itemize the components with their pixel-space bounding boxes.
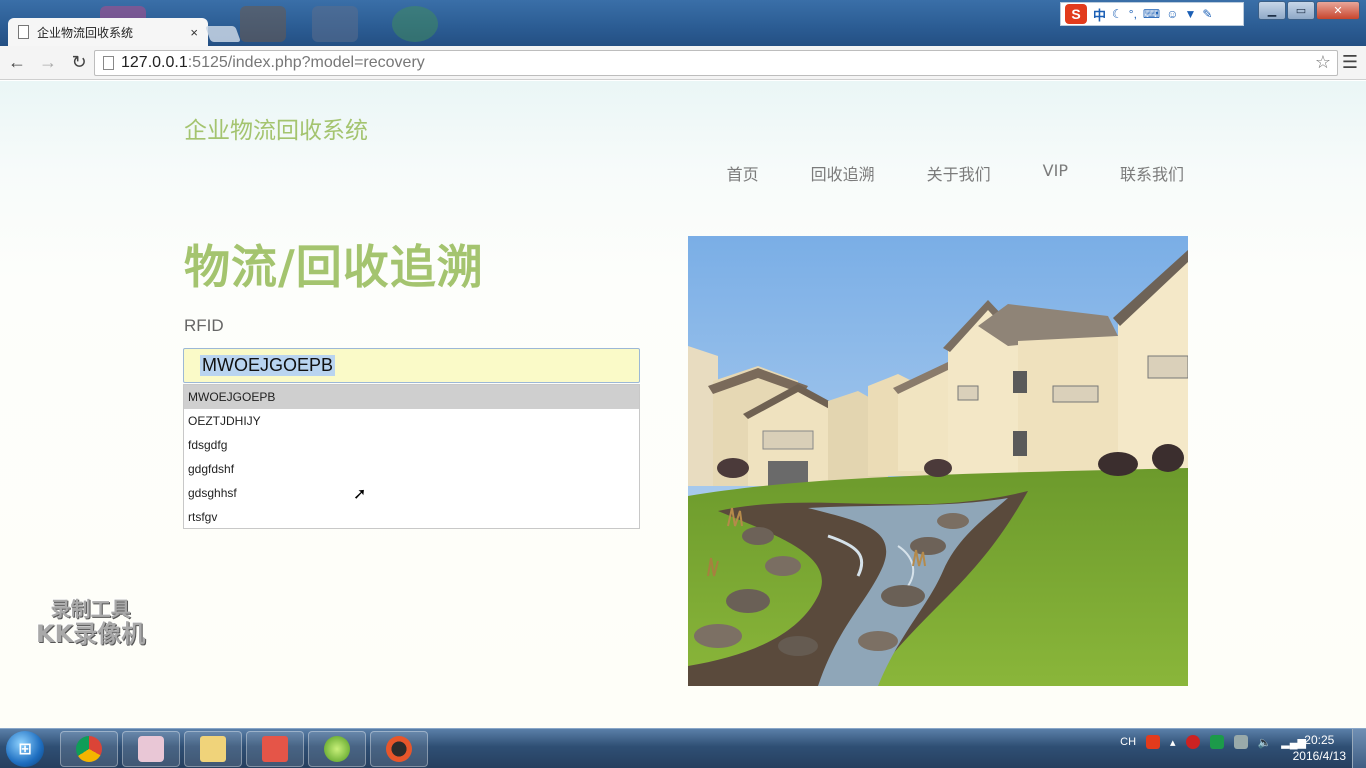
tray-expand-icon[interactable]: ▴ (1170, 736, 1176, 749)
start-button[interactable]: ⊞ (6, 731, 44, 767)
tab-close-icon[interactable]: × (190, 25, 198, 40)
taskbar-app-avatar[interactable] (122, 731, 180, 767)
autocomplete-item[interactable]: rtsfgv (184, 505, 639, 529)
clock-time: 20:25 (1304, 733, 1335, 747)
tab-title: 企业物流回收系统 (37, 25, 134, 40)
autocomplete-item[interactable]: MWOEJGOEPB (184, 385, 639, 409)
forward-icon[interactable]: → (34, 49, 62, 77)
taskbar-chrome[interactable] (60, 731, 118, 767)
blurred-desktop-tile (392, 6, 438, 42)
clock[interactable]: 20:25 2016/4/13 (1293, 732, 1346, 764)
taskbar-app-green[interactable] (308, 731, 366, 767)
close-window-button[interactable]: ✕ (1316, 1, 1360, 20)
maximize-button[interactable]: ▭ (1287, 1, 1315, 20)
tray-app-icon[interactable] (1185, 735, 1200, 749)
menu-icon[interactable]: ☰ (1342, 52, 1358, 73)
person-icon[interactable]: ☺ (1166, 7, 1178, 21)
autocomplete-item[interactable]: OEZTJDHIJY (184, 409, 639, 433)
nav-recovery[interactable]: 回收追溯 (811, 161, 875, 185)
back-icon[interactable]: ← (3, 49, 31, 77)
reload-icon[interactable]: ↻ (65, 49, 93, 77)
apartment-photo (688, 236, 1188, 686)
mouse-cursor-icon: ➚ (353, 486, 367, 503)
rfid-input-value: MWOEJGOEPB (200, 355, 336, 376)
browser-titlebar: 企业物流回收系统 × S 中 ☾ °, ⌨ ☺ ▼ ✎ ▁ ▭ ✕ (0, 0, 1366, 46)
moon-icon[interactable]: ☾ (1112, 7, 1123, 21)
taskbar: ⊞ CH ▴ 🔈 ▂▄▆ 20:25 2016/4/13 (0, 728, 1366, 768)
nav-contact[interactable]: 联系我们 (1120, 161, 1184, 185)
clock-date: 2016/4/13 (1292, 749, 1346, 763)
volume-icon[interactable]: 🔈 (1258, 736, 1272, 749)
rfid-label: RFID (184, 316, 224, 335)
page-icon (18, 25, 29, 39)
sogou-logo-icon[interactable]: S (1065, 4, 1087, 24)
bookmark-star-icon[interactable]: ☆ (1315, 52, 1331, 73)
taskbar-explorer[interactable] (184, 731, 242, 767)
taskbar-app-editor[interactable] (246, 731, 304, 767)
ime-mode[interactable]: 中 (1093, 5, 1106, 24)
rfid-input[interactable]: MWOEJGOEPB (183, 348, 640, 383)
network-icon[interactable] (1233, 735, 1248, 749)
main-nav: 首页 回收追溯 关于我们 VIP 联系我们 (727, 161, 1184, 185)
sogou-tray-icon[interactable] (1146, 735, 1161, 749)
url-path: :5125/index.php?model=recovery (187, 54, 425, 71)
shirt-icon[interactable]: ▼ (1185, 7, 1197, 21)
notepad-icon (262, 736, 288, 762)
folder-icon (200, 736, 226, 762)
recorder-icon (386, 736, 412, 762)
watermark-line-1: 录制工具 (50, 597, 131, 621)
leaf-icon (324, 736, 350, 762)
language-indicator[interactable]: CH (1120, 736, 1136, 748)
autocomplete-item[interactable]: fdsgdfg (184, 433, 639, 457)
ime-toolbar: S 中 ☾ °, ⌨ ☺ ▼ ✎ (1060, 2, 1244, 26)
window-controls: ▁ ▭ ✕ (1258, 1, 1360, 20)
chrome-icon (76, 736, 102, 762)
taskbar-app-recorder[interactable] (370, 731, 428, 767)
autocomplete-list: MWOEJGOEPB OEZTJDHIJY fdsgdfg gdgfdshf g… (183, 384, 640, 529)
blurred-desktop-tile (312, 6, 358, 42)
page-content: 企业物流回收系统 首页 回收追溯 关于我们 VIP 联系我们 物流/回收追溯 R… (0, 81, 1366, 728)
punctuation-icon[interactable]: °, (1129, 7, 1137, 21)
wrench-icon[interactable]: ✎ (1202, 7, 1212, 21)
nav-about[interactable]: 关于我们 (927, 161, 991, 185)
shield-icon[interactable] (1209, 735, 1224, 749)
show-desktop-button[interactable] (1352, 729, 1366, 768)
nav-vip[interactable]: VIP (1043, 161, 1068, 185)
keyboard-icon[interactable]: ⌨ (1143, 7, 1160, 21)
browser-tab[interactable]: 企业物流回收系统 × (8, 18, 208, 46)
address-bar[interactable]: 127.0.0.1:5125/index.php?model=recovery … (94, 50, 1338, 76)
blurred-desktop-tile (240, 6, 286, 42)
minimize-button[interactable]: ▁ (1258, 1, 1286, 20)
browser-toolbar: ← → ↻ 127.0.0.1:5125/index.php?model=rec… (0, 46, 1366, 80)
site-title[interactable]: 企业物流回收系统 (184, 111, 368, 145)
page-icon (103, 56, 114, 70)
nav-home[interactable]: 首页 (727, 161, 759, 185)
avatar-icon (138, 736, 164, 762)
url-host: 127.0.0.1 (121, 54, 188, 71)
watermark-line-2: KK录像机 (36, 620, 146, 648)
new-tab-button[interactable] (205, 26, 241, 42)
recording-watermark: 录制工具 KK录像机 (36, 598, 145, 649)
autocomplete-item[interactable]: gdgfdshf (184, 457, 639, 481)
autocomplete-item[interactable]: gdsghhsf (184, 481, 639, 505)
system-tray: CH ▴ 🔈 ▂▄▆ (1120, 735, 1306, 749)
page-title: 物流/回收追溯 (184, 240, 484, 294)
